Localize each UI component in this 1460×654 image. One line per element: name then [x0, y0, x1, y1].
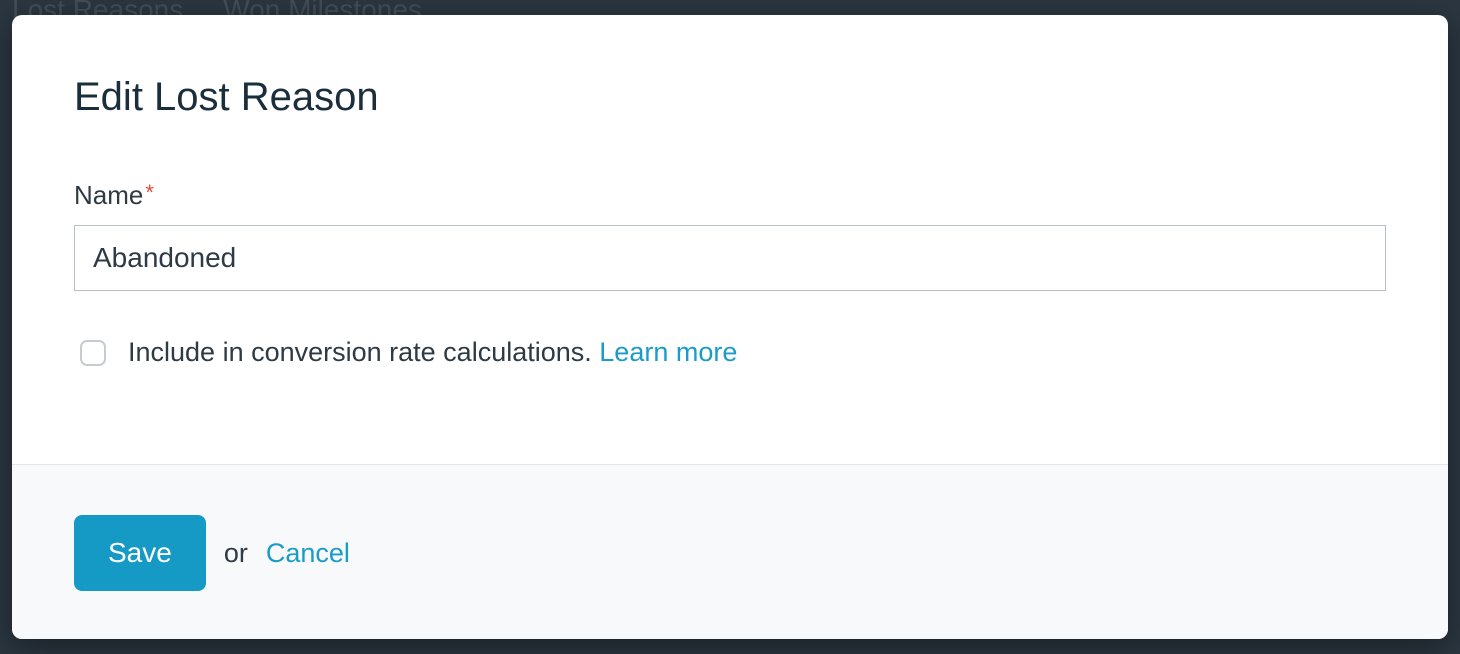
name-input[interactable] [74, 225, 1386, 291]
required-asterisk: * [145, 180, 154, 205]
include-conversion-checkbox[interactable] [80, 340, 106, 366]
checkbox-text: Include in conversion rate calculations. [128, 337, 592, 367]
learn-more-link[interactable]: Learn more [599, 337, 737, 367]
modal-body: Edit Lost Reason Name* Include in conver… [12, 15, 1448, 464]
cancel-link[interactable]: Cancel [266, 538, 350, 569]
include-conversion-label: Include in conversion rate calculations.… [128, 339, 737, 366]
name-label: Name [74, 180, 143, 210]
name-field-label-row: Name* [74, 180, 1386, 211]
include-conversion-row: Include in conversion rate calculations.… [74, 339, 1386, 366]
modal-footer: Save or Cancel [12, 464, 1448, 639]
modal-title: Edit Lost Reason [74, 75, 1386, 120]
edit-lost-reason-modal: Edit Lost Reason Name* Include in conver… [12, 15, 1448, 639]
or-text: or [224, 538, 248, 569]
save-button[interactable]: Save [74, 515, 206, 591]
modal-backdrop: Lost Reasons Won Milestones Edit Lost Re… [0, 0, 1460, 654]
